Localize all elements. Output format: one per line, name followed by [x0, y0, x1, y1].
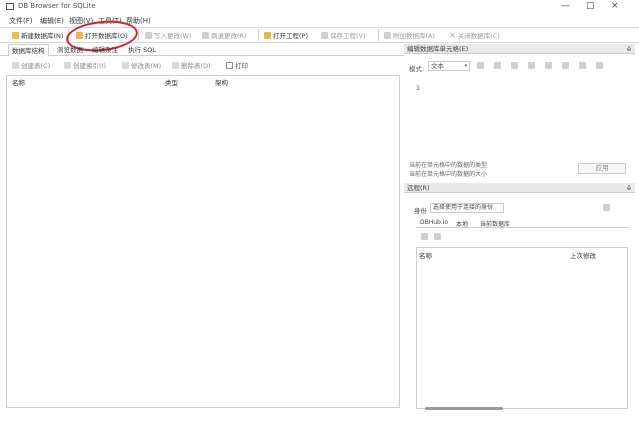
remote-header: 远程(R) ê [404, 183, 635, 193]
delete-table-label: 删除表(D) [181, 62, 211, 70]
remote-column-name[interactable]: 名称 [419, 250, 432, 260]
clone-icon[interactable] [421, 233, 428, 240]
attach-db-icon [384, 31, 391, 39]
refresh-icon[interactable] [434, 233, 441, 240]
revert-changes-label: 倒退更改(R) [211, 32, 247, 40]
write-changes-icon [145, 31, 152, 39]
cell-size-status: 当前在单元格中的数据的大小 [409, 171, 488, 178]
paste-icon[interactable] [579, 62, 586, 69]
create-table-icon [12, 61, 19, 69]
tab-execute-sql[interactable]: 执行 SQL [125, 44, 159, 56]
write-changes-button[interactable]: 写入更改(W) [145, 29, 192, 41]
close-button[interactable]: × [611, 1, 619, 12]
delete-table-button[interactable]: 删除表(D) [172, 60, 211, 70]
create-index-label: 创建索引(I) [73, 62, 106, 70]
toolbar-separator [138, 29, 139, 41]
revert-changes-icon [202, 31, 209, 39]
maximize-button[interactable]: □ [586, 1, 595, 12]
mode-label: 模式: [409, 65, 425, 73]
identity-settings-icon[interactable] [603, 204, 610, 213]
remote-file-list[interactable] [416, 247, 628, 409]
revert-changes-button[interactable]: 倒退更改(R) [202, 29, 247, 41]
tab-divider [416, 227, 630, 228]
new-database-label: 新建数据库(N) [21, 32, 64, 40]
column-header-schema[interactable]: 架构 [215, 77, 228, 87]
open-project-label: 打开工程(P) [273, 32, 308, 40]
modify-table-label: 修改表(M) [131, 62, 162, 70]
import-icon[interactable] [511, 62, 518, 69]
cell-type-status: 当前在单元格中的数据的类型 [409, 162, 488, 169]
tab-dbhub[interactable]: DBHub.io [420, 219, 448, 226]
print-button[interactable]: 打印 [226, 60, 248, 70]
attach-database-label: 附加数据库(A) [393, 32, 436, 40]
remote-toolbar [421, 233, 441, 240]
title-bar [0, 0, 639, 14]
print-label: 打印 [235, 62, 248, 70]
edit-cell-header: 编辑数据库单元格(E) ê [404, 44, 635, 54]
print-icon[interactable] [596, 62, 603, 69]
modify-table-icon [122, 61, 129, 69]
apply-button[interactable]: 应用 [578, 163, 626, 174]
column-header-type[interactable]: 类型 [165, 77, 178, 87]
identity-select[interactable]: 选择使用于连接的身份 [430, 203, 504, 213]
toolbar-separator [378, 29, 379, 41]
save-project-icon [321, 31, 328, 39]
close-database-button[interactable]: ✕ 关闭数据库(C) [449, 29, 500, 41]
tab-browse-data[interactable]: 浏览数据 [54, 44, 86, 56]
line-number: 1 [416, 84, 421, 92]
printer-icon [226, 61, 233, 69]
autoformat-icon[interactable] [477, 62, 484, 69]
export-icon[interactable] [528, 62, 535, 69]
create-index-button[interactable]: 创建索引(I) [64, 60, 106, 70]
minimize-button[interactable]: — [561, 1, 570, 12]
delete-table-icon [172, 61, 179, 69]
identity-select-value: 选择使用于连接的身份 [433, 204, 494, 211]
new-db-icon [12, 31, 19, 39]
save-project-button[interactable]: 保存工程(V) [321, 29, 366, 41]
modify-table-button[interactable]: 修改表(M) [122, 60, 161, 70]
column-header-name[interactable]: 名称 [12, 77, 25, 87]
word-wrap-icon[interactable] [494, 62, 501, 69]
app-icon [6, 3, 14, 10]
save-project-label: 保存工程(V) [330, 32, 366, 40]
create-table-label: 创建表(C) [21, 62, 51, 70]
edit-cell-title: 编辑数据库单元格(E) [407, 45, 469, 53]
menu-file[interactable]: 文件(F) [9, 16, 33, 26]
panel-close-icon[interactable]: ê [627, 183, 631, 193]
panel-close-icon[interactable]: ê [627, 44, 631, 54]
open-project-icon [264, 31, 271, 39]
create-table-button[interactable]: 创建表(C) [12, 60, 50, 70]
chevron-down-icon: ▾ [464, 63, 467, 69]
mode-select-value: 文本 [431, 62, 444, 70]
open-project-button[interactable]: 打开工程(P) [264, 29, 308, 41]
tab-edit-pragmas[interactable]: 编辑杂注 [89, 44, 121, 56]
schema-tree[interactable] [6, 75, 400, 408]
remote-title: 远程(R) [407, 184, 430, 192]
create-index-icon [64, 61, 71, 69]
close-database-label: 关闭数据库(C) [457, 32, 500, 40]
close-db-icon: ✕ [449, 30, 456, 40]
identity-label: 身份 [414, 207, 427, 215]
window-title: DB Browser for SQLite [18, 2, 96, 10]
horizontal-scrollbar[interactable] [425, 407, 503, 410]
remote-column-last-modified[interactable]: 上次修改 [570, 250, 596, 260]
menu-edit[interactable]: 编辑(E) [40, 16, 64, 26]
new-database-button[interactable]: 新建数据库(N) [12, 29, 63, 41]
tab-database-structure[interactable]: 数据库结构 [8, 44, 49, 56]
mode-select[interactable]: 文本 ▾ [428, 61, 470, 71]
copy-icon[interactable] [562, 62, 569, 69]
toolbar-separator [258, 29, 259, 41]
set-null-icon[interactable] [545, 62, 552, 69]
edit-cell-toolbar [477, 62, 627, 71]
write-changes-label: 写入更改(W) [154, 32, 192, 40]
attach-database-button[interactable]: 附加数据库(A) [384, 29, 435, 41]
